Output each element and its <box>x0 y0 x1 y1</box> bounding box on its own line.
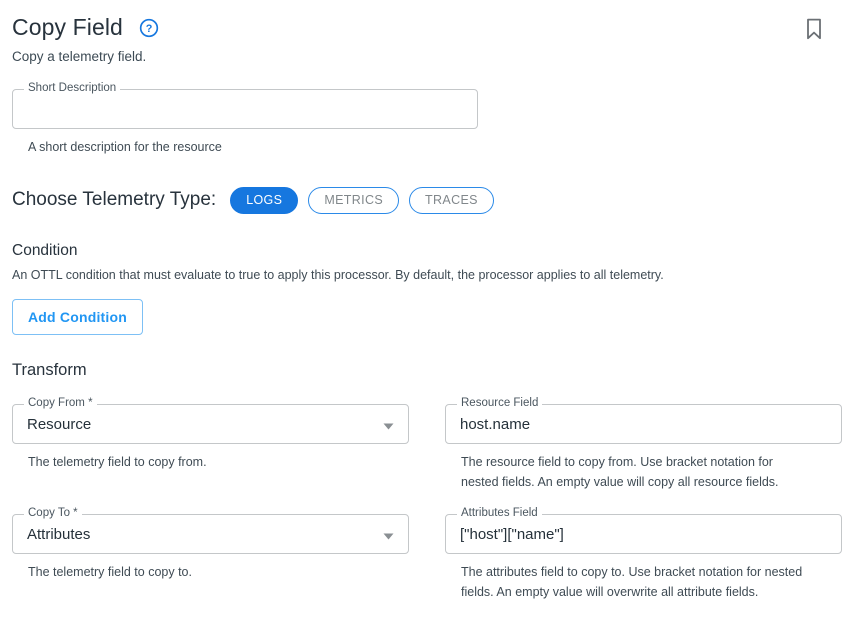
short-description-field-group: Short Description A short description fo… <box>12 83 478 157</box>
telemetry-type-label: Choose Telemetry Type: <box>12 189 217 211</box>
attributes-field-input[interactable]: ["host"]["name"] <box>460 527 827 542</box>
attributes-field-helper-text: The attributes field to copy to. Use bra… <box>461 565 803 599</box>
short-description-helper-text: A short description for the resource <box>28 140 222 155</box>
chevron-down-icon[interactable] <box>383 419 394 430</box>
telemetry-option-logs[interactable]: LOGS <box>230 186 299 214</box>
attributes-field-group: Attributes Field ["host"]["name"] The at… <box>445 508 842 602</box>
page-subtitle: Copy a telemetry field. <box>12 48 147 64</box>
chevron-down-icon[interactable] <box>383 529 394 540</box>
transform-fields-grid: Copy From * Resource The telemetry field… <box>12 398 842 602</box>
resource-field-label: Resource Field <box>457 398 543 410</box>
resource-field-group: Resource Field host.name The resource fi… <box>445 398 842 492</box>
bookmark-icon[interactable] <box>805 18 823 40</box>
copy-to-helper-text: The telemetry field to copy to. <box>28 565 192 580</box>
copy-to-field-group: Copy To * Attributes The telemetry field… <box>12 508 409 602</box>
condition-description: An OTTL condition that must evaluate to … <box>12 268 664 283</box>
attributes-field-label: Attributes Field <box>457 508 542 520</box>
telemetry-option-traces[interactable]: TRACES <box>409 186 494 214</box>
copy-to-value: Attributes <box>27 526 91 542</box>
copy-from-select[interactable]: Copy From * Resource <box>12 398 409 445</box>
short-description-input-box[interactable]: Short Description <box>12 83 478 130</box>
copy-from-value: Resource <box>27 416 92 432</box>
help-circle-icon[interactable]: ? <box>139 18 159 38</box>
attributes-field-input-box[interactable]: Attributes Field ["host"]["name"] <box>445 508 842 555</box>
page-header: Copy Field ? <box>0 0 842 42</box>
copy-from-label: Copy From * <box>24 398 97 410</box>
resource-field-input[interactable]: host.name <box>460 417 827 432</box>
condition-section: Condition An OTTL condition that must ev… <box>12 242 842 335</box>
copy-from-helper-text: The telemetry field to copy from. <box>28 455 207 470</box>
copy-from-field-group: Copy From * Resource The telemetry field… <box>12 398 409 492</box>
add-condition-button[interactable]: Add Condition <box>12 298 144 335</box>
resource-field-input-box[interactable]: Resource Field host.name <box>445 398 842 445</box>
telemetry-type-selector: Choose Telemetry Type: LOGS METRICS TRAC… <box>12 186 842 214</box>
copy-to-label: Copy To * <box>24 508 82 520</box>
short-description-label: Short Description <box>24 83 121 95</box>
telemetry-option-metrics[interactable]: METRICS <box>308 186 400 214</box>
condition-heading: Condition <box>12 241 78 259</box>
page-title: Copy Field <box>12 14 123 40</box>
copy-field-form: Copy Field ? Copy a telemetry field. Sho… <box>0 0 842 617</box>
resource-field-helper-text: The resource field to copy from. Use bra… <box>461 455 779 489</box>
svg-text:?: ? <box>146 23 153 35</box>
copy-to-select[interactable]: Copy To * Attributes <box>12 508 409 555</box>
transform-heading: Transform <box>12 360 87 379</box>
